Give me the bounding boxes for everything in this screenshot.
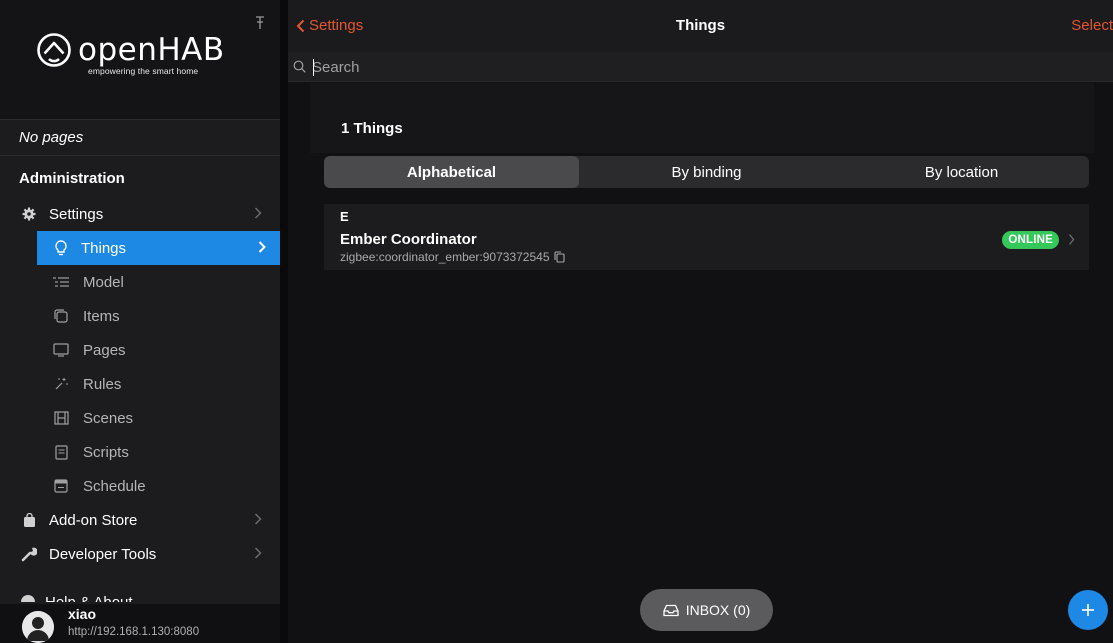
page-title: Things: [675, 17, 726, 34]
sidebar-item-schedule[interactable]: Schedule: [0, 469, 280, 503]
sidebar-item-label: Scripts: [83, 443, 129, 461]
search-icon: [293, 60, 306, 73]
sidebar-item-settings[interactable]: Settings: [0, 197, 280, 231]
things-count: 1 Things: [341, 120, 403, 137]
chevron-right-icon: [258, 241, 266, 253]
inbox-icon: [663, 604, 679, 616]
searchbar: [288, 52, 1113, 82]
sidebar-item-label: Model: [83, 273, 124, 291]
things-list: E Ember Coordinator zigbee:coordinator_e…: [324, 204, 1089, 270]
sidebar-item-items[interactable]: Items: [0, 299, 280, 333]
chevron-right-icon: [254, 207, 262, 219]
sidebar-item-things[interactable]: Things: [37, 231, 280, 265]
user-icon: [22, 611, 54, 643]
copy-icon[interactable]: [553, 251, 565, 263]
list-group-title: E: [340, 209, 349, 224]
add-thing-button[interactable]: [1068, 590, 1108, 630]
display-icon: [53, 342, 69, 358]
block-title-area: [310, 83, 1094, 153]
inbox-label: INBOX (0): [685, 602, 751, 618]
thing-label: Ember Coordinator: [340, 231, 477, 248]
list-icon: [53, 274, 69, 290]
thing-uid: zigbee:coordinator_ember:9073372545: [340, 250, 565, 264]
thing-uid-text: zigbee:coordinator_ember:9073372545: [340, 250, 550, 264]
server-url: http://192.168.1.130:8080: [68, 626, 200, 638]
plus-icon: [1082, 604, 1094, 616]
openhab-logo-icon: [37, 33, 71, 67]
logo-tagline: empowering the smart home: [88, 66, 199, 76]
sidebar-item-label: Things: [81, 239, 127, 257]
navbar: Settings Things Select: [288, 0, 1113, 52]
sidebar-item-developer-tools[interactable]: Developer Tools: [0, 537, 280, 571]
doc-icon: [53, 444, 69, 460]
wrench-icon: [21, 546, 37, 562]
panel-divider: [280, 0, 288, 643]
sidebar-item-label: Settings: [49, 205, 104, 223]
bag-icon: [21, 512, 37, 528]
sidebar-item-label: Pages: [83, 341, 126, 359]
gear-icon: [21, 206, 37, 222]
sidebar-item-label: Developer Tools: [49, 545, 157, 563]
select-button[interactable]: Select: [1071, 17, 1113, 34]
sidebar-item-model[interactable]: Model: [0, 265, 280, 299]
square-stack-icon: [53, 308, 69, 324]
wand-icon: [53, 376, 69, 392]
sidebar: openHAB empowering the smart home No pag…: [0, 0, 280, 643]
film-icon: [53, 410, 69, 426]
inbox-button[interactable]: INBOX (0): [640, 589, 773, 631]
administration-heading: Administration: [19, 170, 125, 187]
sidebar-item-addon-store[interactable]: Add-on Store: [0, 503, 280, 537]
logo-wordmark: openHAB: [78, 32, 225, 68]
sidebar-item-label: Items: [83, 307, 120, 325]
sidebar-item-scenes[interactable]: Scenes: [0, 401, 280, 435]
calendar-icon: [53, 478, 69, 494]
sidebar-item-label: Add-on Store: [49, 511, 138, 529]
chevron-right-icon: [254, 513, 262, 525]
sidebar-item-label: Scenes: [83, 409, 134, 427]
user-name: xiao: [68, 606, 97, 622]
sidebar-item-label: Schedule: [83, 477, 146, 495]
chevron-right-icon: [254, 547, 262, 559]
sidebar-item-pages[interactable]: Pages: [0, 333, 280, 367]
status-badge: ONLINE: [1002, 231, 1059, 249]
chevron-right-icon: [1068, 234, 1075, 245]
sidebar-item-rules[interactable]: Rules: [0, 367, 280, 401]
pin-icon[interactable]: [254, 16, 266, 30]
main-panel: Settings Things Select 1 Things Alphabet…: [288, 0, 1113, 643]
logo-area: openHAB empowering the smart home: [0, 0, 280, 120]
tab-by-location[interactable]: By location: [834, 156, 1089, 188]
search-input[interactable]: [312, 56, 1092, 78]
sidebar-item-scripts[interactable]: Scripts: [0, 435, 280, 469]
tab-by-binding[interactable]: By binding: [579, 156, 834, 188]
sort-segmented-control: Alphabetical By binding By location: [324, 156, 1089, 188]
tab-alphabetical[interactable]: Alphabetical: [324, 156, 579, 188]
avatar[interactable]: [22, 611, 54, 643]
list-item[interactable]: Ember Coordinator zigbee:coordinator_emb…: [324, 226, 1089, 270]
text-caret: [313, 59, 314, 76]
sidebar-item-label: Rules: [83, 375, 122, 393]
lightbulb-icon: [53, 240, 69, 256]
no-pages-label: No pages: [0, 120, 280, 156]
